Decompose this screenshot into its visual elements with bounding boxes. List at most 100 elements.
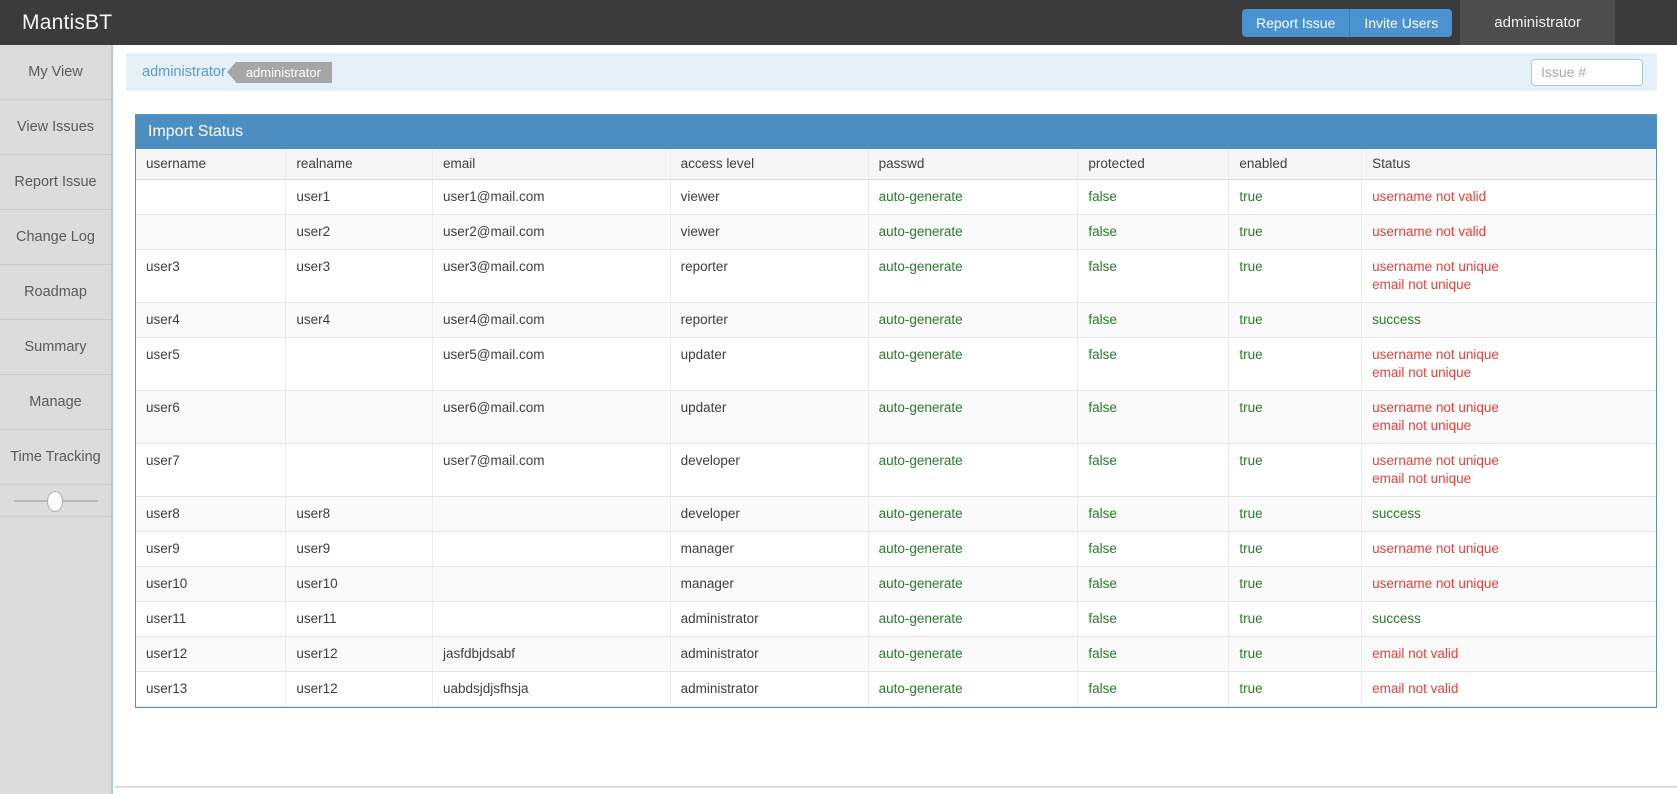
cell-username: user13 (136, 671, 287, 707)
sidebar-item-report-issue[interactable]: Report Issue (0, 155, 111, 210)
table-header: username realname email access level pas… (136, 149, 1656, 180)
cell-passwd: auto-generate (868, 214, 1079, 250)
cell-enabled: true (1228, 636, 1363, 672)
cell-passwd: auto-generate (868, 636, 1079, 672)
breadcrumb-user-link[interactable]: administrator (142, 64, 226, 80)
table-row: user10 user10 manager auto-generate false tru… (136, 566, 1656, 602)
cell-protected: false (1077, 249, 1230, 303)
status-message: username not unique (1372, 346, 1499, 362)
sidebar-item-label: Report Issue (14, 174, 97, 190)
slider-knob-handle[interactable] (47, 491, 63, 512)
cell-username: user5 (136, 337, 287, 391)
breadcrumb-project-badge[interactable]: administrator (226, 61, 332, 83)
cell-access-level: reporter (670, 249, 869, 303)
cell-email: user6@mail.com (432, 390, 671, 444)
sidebar-item-time-tracking[interactable]: Time Tracking (0, 430, 111, 485)
sidebar-collapse-slider[interactable] (0, 485, 111, 517)
cell-status: username not valid (1361, 179, 1656, 215)
user-menu-button[interactable]: administrator (1460, 0, 1615, 45)
sidebar-item-change-log[interactable]: Change Log (0, 210, 111, 265)
status-message: email not valid (1372, 680, 1459, 696)
status-message: username not unique (1372, 452, 1499, 468)
cell-status: success (1361, 302, 1656, 338)
cell-passwd: auto-generate (868, 496, 1079, 532)
cell-realname (285, 390, 433, 444)
navbar-right-cap (1615, 0, 1677, 45)
status-message: email not unique (1372, 364, 1472, 380)
sidebar-item-roadmap[interactable]: Roadmap (0, 265, 111, 320)
cell-username: user10 (136, 566, 287, 602)
sidebar-item-my-view[interactable]: My View (0, 45, 111, 100)
issue-search-input[interactable] (1531, 58, 1643, 86)
cell-access-level: developer (670, 443, 869, 497)
cell-realname: user3 (285, 249, 433, 303)
status-message: username not valid (1372, 223, 1487, 239)
import-status-widget: Import Status username realname email ac… (135, 114, 1657, 708)
cell-email (432, 601, 671, 637)
cell-realname: user9 (285, 531, 433, 567)
cell-status: username not unique email not unique (1361, 443, 1656, 497)
table-row: user7 user7@mail.com developer auto-generat… (136, 443, 1656, 497)
cell-status: username not unique email not unique (1361, 337, 1656, 391)
cell-passwd: auto-generate (868, 390, 1079, 444)
column-header-realname[interactable]: realname (285, 149, 433, 180)
cell-access-level: administrator (670, 636, 869, 672)
status-message: success (1372, 610, 1421, 626)
breadcrumb: administrator administrator (126, 53, 1657, 91)
cell-realname: user11 (285, 601, 433, 637)
sidebar-item-label: Time Tracking (10, 449, 101, 465)
cell-enabled: true (1228, 671, 1363, 707)
cell-username: user11 (136, 601, 287, 637)
cell-status: username not unique (1361, 531, 1656, 567)
column-header-username[interactable]: username (136, 149, 287, 180)
sidebar-item-label: Change Log (15, 229, 95, 245)
top-navbar: MantisBT Report Issue Invite Users admin… (0, 0, 1677, 45)
cell-protected: false (1077, 566, 1230, 602)
cell-passwd: auto-generate (868, 337, 1079, 391)
cell-passwd: auto-generate (868, 671, 1079, 707)
cell-protected: false (1077, 601, 1230, 637)
navbar-actions: Report Issue Invite Users (1242, 8, 1453, 37)
sidebar-item-manage[interactable]: Manage (0, 375, 111, 430)
status-message: email not unique (1372, 417, 1472, 433)
column-header-status[interactable]: Status (1361, 149, 1656, 180)
table-body: user1 user1@mail.com viewer auto-generate fa… (136, 179, 1656, 707)
status-message: success (1372, 311, 1421, 327)
cell-protected: false (1077, 214, 1230, 250)
table-row: user2 user2@mail.com viewer auto-generate fa… (136, 214, 1656, 250)
cell-email: jasfdbjdsabf (432, 636, 671, 672)
cell-username (136, 179, 287, 215)
cell-passwd: auto-generate (868, 249, 1079, 303)
footer-divider (115, 786, 1677, 788)
column-header-email[interactable]: email (432, 149, 671, 180)
cell-passwd: auto-generate (868, 566, 1079, 602)
cell-username: user4 (136, 302, 287, 338)
sidebar-item-summary[interactable]: Summary (0, 320, 111, 375)
cell-passwd: auto-generate (868, 443, 1079, 497)
cell-passwd: auto-generate (868, 601, 1079, 637)
cell-access-level: viewer (670, 214, 869, 250)
cell-protected: false (1077, 390, 1230, 444)
app-brand[interactable]: MantisBT (0, 11, 112, 35)
status-message: username not unique (1372, 540, 1499, 556)
cell-status: username not valid (1361, 214, 1656, 250)
table-header-row: username realname email access level pas… (136, 149, 1656, 180)
table-row: user13 user12 uabdsjdjsfhsja administrator a… (136, 671, 1656, 707)
column-header-access-level[interactable]: access level (670, 149, 869, 180)
invite-users-button[interactable]: Invite Users (1350, 8, 1453, 37)
cell-status: success (1361, 496, 1656, 532)
cell-username: user6 (136, 390, 287, 444)
column-header-protected[interactable]: protected (1077, 149, 1230, 180)
sidebar-item-view-issues[interactable]: View Issues (0, 100, 111, 155)
status-message: email not valid (1372, 645, 1459, 661)
report-issue-button[interactable]: Report Issue (1242, 8, 1351, 37)
widget-title: Import Status (136, 115, 1656, 149)
column-header-passwd[interactable]: passwd (868, 149, 1079, 180)
cell-email: user4@mail.com (432, 302, 671, 338)
table-row: user1 user1@mail.com viewer auto-generate fa… (136, 179, 1656, 215)
column-header-enabled[interactable]: enabled (1228, 149, 1363, 180)
sidebar-item-label: Manage (29, 394, 82, 410)
table-row: user6 user6@mail.com updater auto-generate f… (136, 390, 1656, 444)
cell-enabled: true (1228, 179, 1363, 215)
cell-realname: user12 (285, 671, 433, 707)
